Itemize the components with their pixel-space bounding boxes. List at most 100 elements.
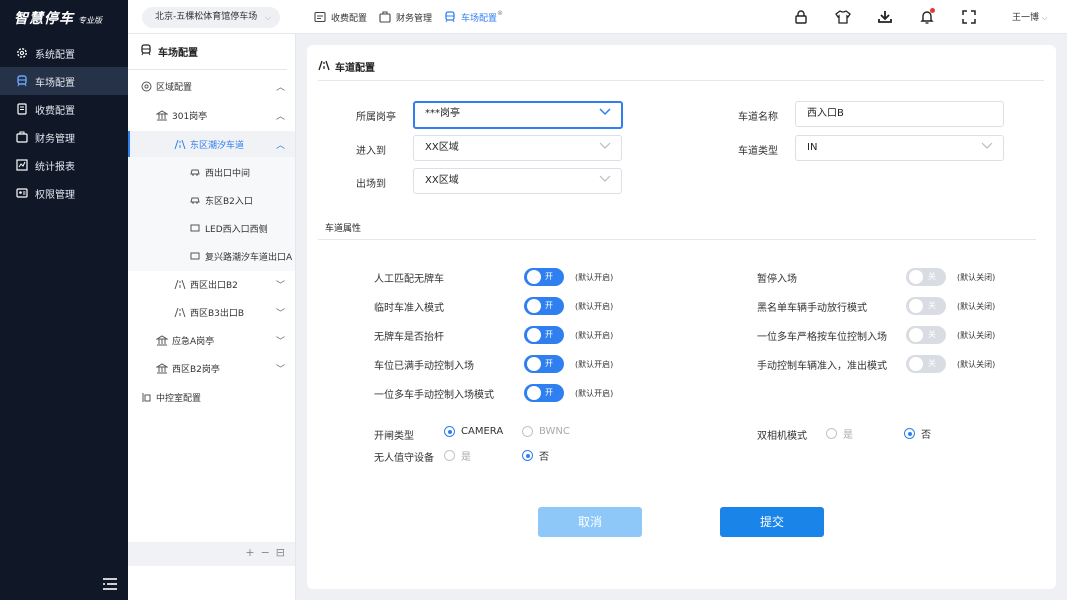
chevron-down-icon: ﹀ [275,364,285,375]
tree-node-west-b3[interactable]: 西区B3出口B ﹀ [174,299,295,325]
tab-finance[interactable]: 财务管理 [379,0,432,34]
chevron-down-icon [981,136,993,160]
user-menu[interactable]: 王一博 ⌵ [1012,10,1047,23]
toggle-hint: (默认关闭) [957,360,996,369]
collapse-all-icon[interactable]: ⊟ [276,546,285,559]
toggle-hint: (默认关闭) [957,302,996,311]
lock-icon[interactable] [792,8,810,26]
toggle-text: 开 [545,388,553,397]
parking-lot-value: 北京-五棵松体育馆停车场 [155,12,258,22]
nav-item-permissions[interactable]: 权限管理 [0,179,128,207]
exit-select[interactable]: XX区域 [413,168,622,194]
tree-node-booth-301[interactable]: 301岗亭 ︿ [156,102,295,128]
menu-collapse-icon[interactable] [103,578,117,590]
tab-label: 收费配置 [331,13,368,24]
close-tab-icon[interactable]: ⊗ [497,9,503,17]
pause-entry-toggle[interactable]: 关 [906,268,946,286]
tab-parking[interactable]: 车场配置 ⊗ [444,0,503,34]
tree-node-label: 东区潮汐车道 [190,140,245,151]
booth-label: 所属岗亭 [356,112,396,123]
parking-lot-select[interactable]: 北京-五棵松体育馆停车场 ⌵ [142,7,280,28]
tree-node-exit-mid[interactable]: 西出口中间 [190,159,295,185]
nav-item-parking[interactable]: 车场配置 [0,67,128,95]
fullscreen-icon[interactable] [960,8,978,26]
car-icon [190,168,200,176]
toggle-text: 开 [545,330,553,339]
tree-node-label: 西出口中间 [205,168,251,179]
multi-car-strict-toggle[interactable]: 关 [906,326,946,344]
full-manual-toggle[interactable]: 开 [524,355,564,373]
unattended-no-radio[interactable]: 否 [522,448,549,463]
toggle-label: 车位已满手动控制入场 [374,361,474,372]
cancel-button[interactable]: 取消 [538,507,642,537]
toggle-hint: (默认开启) [575,360,614,369]
tree-node-area-config[interactable]: 区域配置 ︿ [140,73,295,99]
lane-icon [174,278,186,290]
tree-node-east-b2-entry[interactable]: 东区B2入口 [190,187,295,213]
download-icon[interactable] [876,8,894,26]
toggle-hint: (默认开启) [575,273,614,282]
nav-item-system[interactable]: 系统配置 [0,39,128,67]
gate-type-bwnc-radio[interactable]: BWNC [522,426,570,437]
tree-node-fuxing[interactable]: 复兴路潮汐车道出口A [190,243,295,269]
gate-type-camera-radio[interactable]: CAMERA [444,426,503,437]
dual-camera-yes-radio[interactable]: 是 [826,426,853,441]
lane-type-select[interactable]: IN [795,135,1004,161]
toggle-text: 关 [928,272,936,281]
toggle-label: 无牌车是否抬杆 [374,332,444,343]
toggle-label: 手动控制车辆准入，准出模式 [757,361,887,372]
nav-item-reports[interactable]: 统计报表 [0,151,128,179]
card-title-text: 车道配置 [335,63,375,74]
chevron-up-icon: ︿ [275,140,285,151]
tree-node-west-b2-booth[interactable]: 西区B2岗亭 ﹀ [156,355,295,381]
toggle-text: 关 [928,301,936,310]
tree-node-lane-east[interactable]: 东区潮汐车道 ︿ [174,131,295,157]
multi-car-manual-toggle[interactable]: 开 [524,384,564,402]
nav-item-label: 收费配置 [35,105,75,117]
lane-name-label: 车道名称 [738,112,778,123]
parking-icon [444,11,456,23]
unattended-yes-radio[interactable]: 是 [444,448,471,463]
chevron-down-icon [599,103,611,125]
lane-type-value: IN [807,142,818,153]
booth-select[interactable]: ***岗亭 [413,101,623,129]
nav-item-label: 财务管理 [35,133,75,145]
skin-icon[interactable] [834,8,852,26]
toggle-label: 临时车准入模式 [374,303,444,314]
tree-node-label: 西区B2岗亭 [172,364,220,375]
chevron-down-icon [599,136,611,160]
blacklist-toggle[interactable]: 关 [906,297,946,315]
lane-name-input[interactable]: 西入口B [795,101,1004,127]
lane-icon [174,138,186,150]
submit-button[interactable]: 提交 [720,507,824,537]
chevron-down-icon [599,169,611,193]
tab-billing[interactable]: 收费配置 [314,0,367,34]
bell-icon[interactable] [918,8,936,26]
nav-item-finance[interactable]: 财务管理 [0,123,128,151]
nav-item-label: 系统配置 [35,49,75,61]
parking-icon [16,75,28,87]
tab-label: 车场配置 [461,13,498,24]
manual-access-toggle[interactable]: 关 [906,355,946,373]
tree-node-west-b2[interactable]: 西区出口B2 ﹀ [174,271,295,297]
chevron-down-icon: ⌵ [1042,14,1048,22]
open-tabs: 收费配置 财务管理 车场配置 ⊗ [314,0,509,34]
temp-car-toggle[interactable]: 开 [524,297,564,315]
remove-node-icon[interactable]: − [261,546,270,559]
nav-item-billing[interactable]: 收费配置 [0,95,128,123]
finance-icon [16,131,28,143]
tree-node-emergency-a[interactable]: 应急A岗亭 ﹀ [156,327,295,353]
dual-camera-no-radio[interactable]: 否 [904,426,931,441]
enter-select[interactable]: XX区域 [413,135,622,161]
tree-node-led-west[interactable]: LED西入口西侧 [190,215,295,241]
add-node-icon[interactable]: + [245,546,254,559]
enter-label: 进入到 [356,146,386,157]
card-title: 车道配置 [318,59,375,74]
radio-label: 是 [461,452,471,463]
nav-item-label: 车场配置 [35,77,75,89]
toggle-label: 一位多车手动控制入场模式 [374,390,494,401]
tree-node-control-room[interactable]: 中控室配置 [140,384,295,410]
radio-label: 否 [539,452,549,463]
manual-match-toggle[interactable]: 开 [524,268,564,286]
unplated-lift-toggle[interactable]: 开 [524,326,564,344]
